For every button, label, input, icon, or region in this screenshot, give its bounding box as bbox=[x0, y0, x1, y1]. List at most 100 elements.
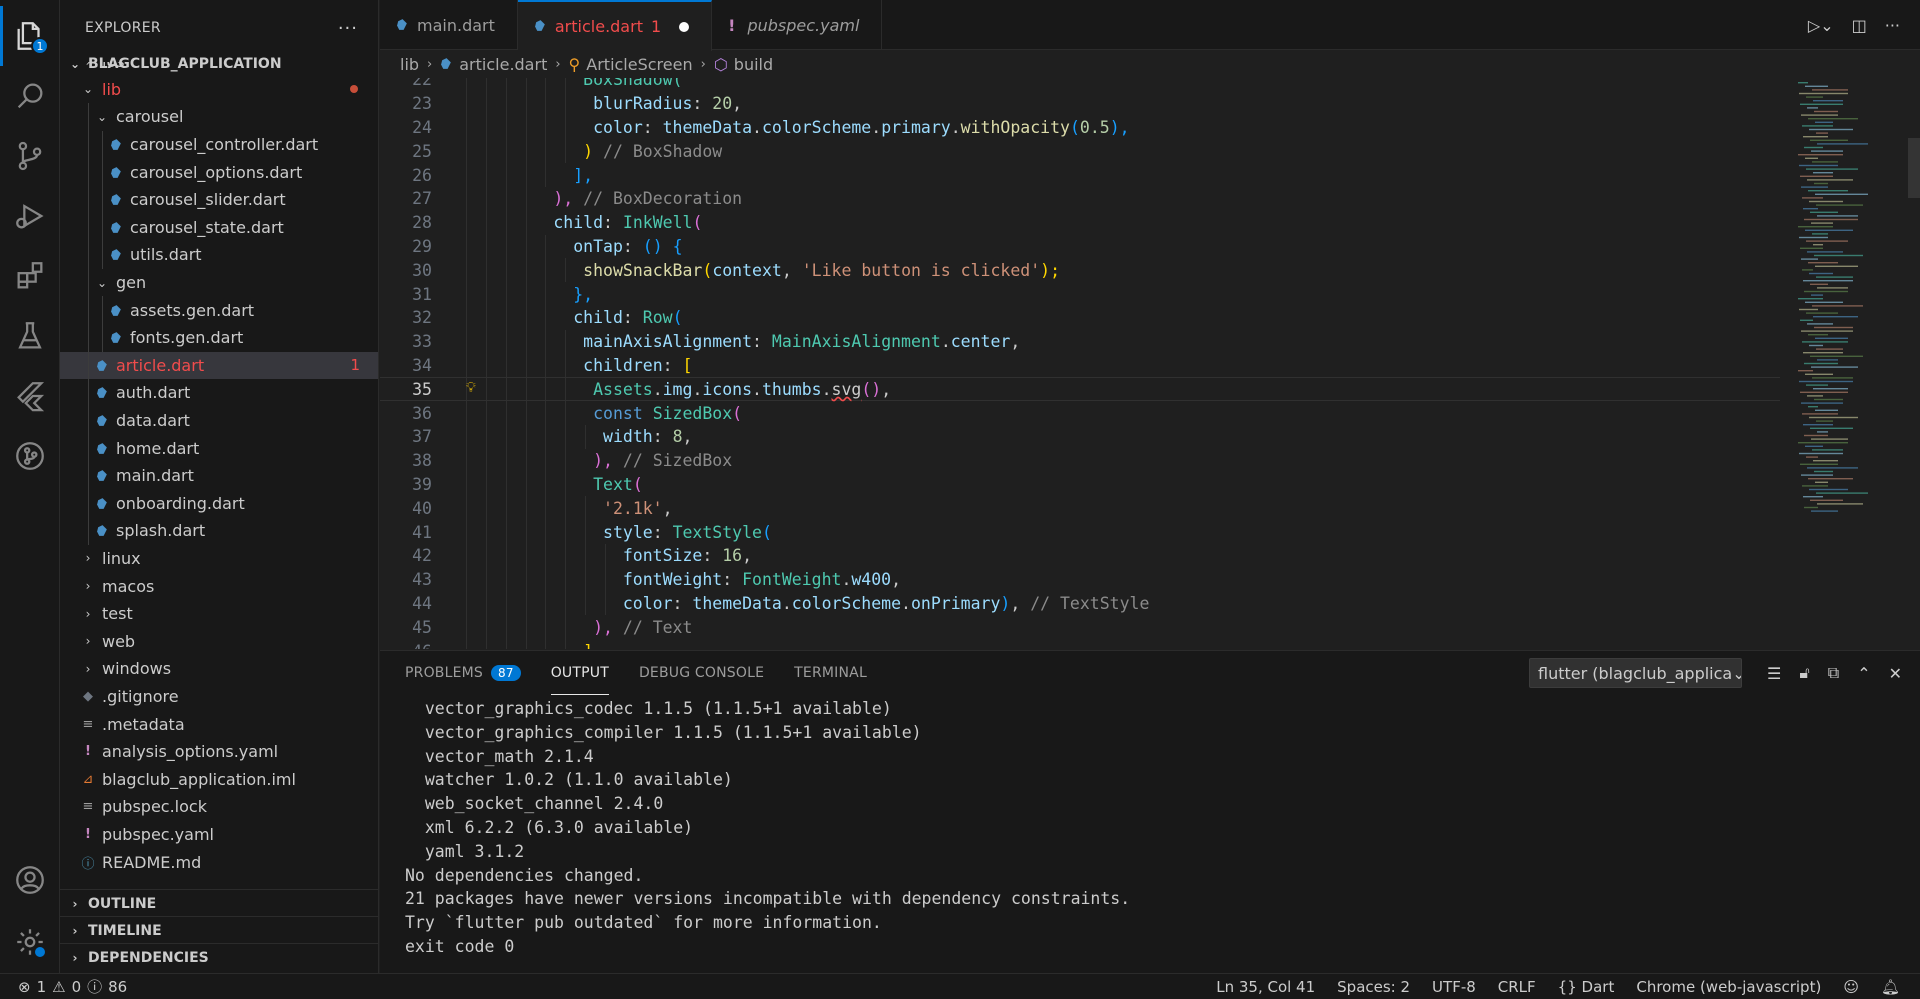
extensions-icon[interactable] bbox=[0, 246, 60, 306]
code-line[interactable]: 28 child: InkWell( bbox=[380, 210, 1780, 235]
code-line[interactable]: 25) // BoxShadow bbox=[380, 139, 1780, 164]
timeline-section[interactable]: › TIMELINE bbox=[60, 916, 378, 944]
line-ending[interactable]: CRLF bbox=[1498, 978, 1536, 996]
tree-file[interactable]: assets.gen.dart bbox=[60, 296, 378, 324]
lightbulb-icon[interactable]: 💡︎ bbox=[466, 380, 476, 396]
tree-folder[interactable]: › macos bbox=[60, 572, 378, 600]
tree-file[interactable]: ! analysis_options.yaml bbox=[60, 738, 378, 766]
code-line[interactable]: 40 '2.1k', bbox=[380, 496, 1780, 521]
target-device[interactable]: Chrome (web-javascript) bbox=[1636, 978, 1821, 996]
code-line[interactable]: 27), // BoxDecoration bbox=[380, 187, 1780, 211]
tree-file[interactable]: onboarding.dart bbox=[60, 489, 378, 518]
tree-file[interactable]: main.dart bbox=[60, 461, 378, 490]
search-icon[interactable] bbox=[0, 66, 60, 126]
code-line[interactable]: 33 mainAxisAlignment: MainAxisAlignment.c… bbox=[380, 329, 1780, 354]
tree-file[interactable]: carousel_slider.dart bbox=[60, 185, 378, 214]
flutter-icon[interactable] bbox=[0, 366, 60, 426]
tree-file[interactable]: ◆ .gitignore bbox=[60, 683, 378, 711]
tab-article-dart[interactable]: article.dart 1 bbox=[517, 0, 713, 51]
tab-debug-console[interactable]: DEBUG CONSOLE bbox=[639, 651, 764, 695]
tree-file[interactable]: auth.dart bbox=[60, 379, 378, 407]
tree-file[interactable]: ≡ .metadata bbox=[60, 710, 378, 738]
clear-output-icon[interactable]: ☰ bbox=[1767, 664, 1781, 683]
cursor-position[interactable]: Ln 35, Col 41 bbox=[1216, 978, 1315, 996]
tab-problems[interactable]: PROBLEMS 87 bbox=[405, 651, 521, 695]
breadcrumb-file[interactable]: article.dart bbox=[459, 55, 547, 74]
encoding[interactable]: UTF-8 bbox=[1432, 978, 1476, 996]
git-graph-icon[interactable] bbox=[0, 426, 60, 486]
tree-file[interactable]: utils.dart bbox=[60, 241, 378, 269]
code-editor[interactable]: 22 BoxShadow(23 blurRadius: 20, 24 color: th… bbox=[380, 78, 1920, 649]
tab-pubspec-yaml[interactable]: ! pubspec.yaml bbox=[712, 0, 883, 50]
tree-folder[interactable]: ⌄ lib bbox=[60, 76, 378, 104]
tree-file[interactable]: fonts.gen.dart bbox=[60, 323, 378, 352]
explorer-icon[interactable]: 1 bbox=[0, 6, 60, 66]
indentation[interactable]: Spaces: 2 bbox=[1337, 978, 1410, 996]
close-panel-icon[interactable]: ✕ bbox=[1889, 664, 1902, 683]
code-line[interactable]: 29 onTap: () { bbox=[380, 234, 1780, 259]
code-line[interactable]: 34 children: [ bbox=[380, 353, 1780, 378]
tab-output[interactable]: OUTPUT bbox=[550, 651, 609, 695]
code-line[interactable]: 37 width: 8, bbox=[380, 425, 1780, 449]
maximize-panel-icon[interactable]: ⌃ bbox=[1857, 664, 1870, 683]
tree-file[interactable]: carousel_options.dart bbox=[60, 158, 378, 186]
code-line[interactable]: 22 BoxShadow( bbox=[380, 78, 1780, 92]
code-line[interactable]: 38), // SizedBox bbox=[380, 448, 1780, 473]
tree-file[interactable]: ⓘ README.md bbox=[60, 848, 378, 876]
account-icon[interactable] bbox=[0, 850, 60, 910]
tree-file[interactable]: ≡ pubspec.lock bbox=[60, 793, 378, 821]
tree-file[interactable]: carousel_controller.dart bbox=[60, 130, 378, 159]
breadcrumb-lib[interactable]: lib bbox=[400, 55, 419, 74]
explorer-more-icon[interactable]: ··· bbox=[338, 18, 358, 39]
minimap[interactable] bbox=[1790, 78, 1920, 649]
more-actions-icon[interactable]: ··· bbox=[1885, 16, 1900, 35]
feedback-icon[interactable]: ☺ bbox=[1843, 978, 1859, 996]
tree-file[interactable]: carousel_state.dart bbox=[60, 213, 378, 242]
tree-file[interactable]: article.dart 1 bbox=[60, 351, 378, 380]
source-control-icon[interactable] bbox=[0, 126, 60, 186]
code-line[interactable]: 30 showSnackBar(context, 'Like button is … bbox=[380, 258, 1780, 283]
tree-folder[interactable]: › test bbox=[60, 600, 378, 628]
tree-folder[interactable]: › windows bbox=[60, 655, 378, 683]
tree-folder[interactable]: ⌄ carousel bbox=[60, 103, 378, 131]
output-channel-select[interactable]: flutter (blagclub_applica ⌄ bbox=[1529, 658, 1742, 688]
code-line[interactable]: 44 color: themeData.colorScheme.onPrimary… bbox=[380, 591, 1780, 616]
unsaved-dot-icon[interactable] bbox=[679, 21, 690, 32]
breadcrumb-class[interactable]: ArticleScreen bbox=[586, 55, 692, 74]
editor-scrollbar[interactable] bbox=[1908, 138, 1920, 198]
code-line[interactable]: 41 style: TextStyle( bbox=[380, 520, 1780, 544]
code-line[interactable]: 35 Assets.img.icons.thumbs.svg(), 💡︎ bbox=[380, 377, 1780, 402]
tree-file[interactable]: ! pubspec.yaml bbox=[60, 821, 378, 849]
tree-folder[interactable]: ⌄ gen bbox=[60, 268, 378, 297]
testing-icon[interactable] bbox=[0, 306, 60, 366]
run-debug-dropdown-icon[interactable]: ▷⌄ bbox=[1808, 16, 1834, 35]
code-line[interactable]: 42 fontSize: 16, bbox=[380, 544, 1780, 568]
problems-status[interactable]: ⊗ 1 ⚠ 0 ⓘ 86 bbox=[0, 976, 127, 997]
lock-scroll-icon[interactable]: 🔓︎ bbox=[1799, 663, 1809, 683]
outline-section[interactable]: › OUTLINE bbox=[60, 889, 378, 917]
tab-terminal[interactable]: TERMINAL bbox=[794, 651, 867, 695]
code-line[interactable]: 46], bbox=[380, 639, 1780, 649]
code-line[interactable]: 23 blurRadius: 20, bbox=[380, 91, 1780, 116]
tree-file[interactable]: data.dart bbox=[60, 406, 378, 435]
code-line[interactable]: 26], bbox=[380, 163, 1780, 187]
tab-main-dart[interactable]: main.dart bbox=[380, 0, 518, 50]
code-line[interactable]: 32 child: Row( bbox=[380, 306, 1780, 330]
tree-file[interactable]: ⊿ blagclub_application.iml bbox=[60, 765, 378, 793]
tree-folder[interactable]: › linux bbox=[60, 545, 378, 573]
open-in-editor-icon[interactable]: ⧉ bbox=[1828, 663, 1839, 683]
manage-gear-icon[interactable] bbox=[0, 912, 60, 972]
code-line[interactable]: 39 Text( bbox=[380, 472, 1780, 497]
tree-file[interactable]: splash.dart bbox=[60, 517, 378, 545]
tree-file[interactable]: home.dart bbox=[60, 434, 378, 462]
tree-folder[interactable]: › web bbox=[60, 627, 378, 655]
code-line[interactable]: 43 fontWeight: FontWeight.w400, bbox=[380, 567, 1780, 592]
dependencies-section[interactable]: › DEPENDENCIES bbox=[60, 943, 378, 971]
code-line[interactable]: 24 color: themeData.colorScheme.primary.w… bbox=[380, 115, 1780, 140]
breadcrumb-method[interactable]: build bbox=[734, 55, 773, 74]
code-line[interactable]: 31}, bbox=[380, 282, 1780, 306]
run-debug-icon[interactable] bbox=[0, 186, 60, 246]
notifications-bell-icon[interactable]: 🔔︎ bbox=[1881, 978, 1900, 996]
language-mode[interactable]: {} Dart bbox=[1558, 978, 1615, 996]
code-line[interactable]: 36 const SizedBox( bbox=[380, 401, 1780, 425]
